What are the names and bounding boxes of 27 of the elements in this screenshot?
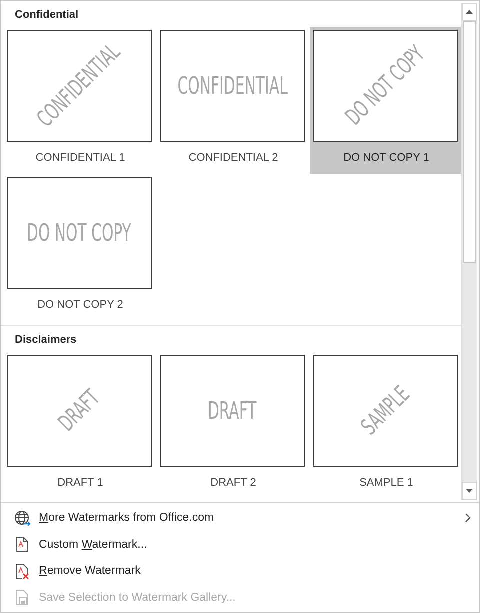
scroll-down-icon[interactable] bbox=[462, 482, 477, 500]
menu-item[interactable]: Remove Watermark bbox=[1, 558, 479, 584]
watermark-text: CONFIDENTIAL bbox=[177, 72, 288, 100]
gallery-item[interactable]: DO NOT COPY DO NOT COPY 2 bbox=[7, 177, 154, 318]
remove-document-icon bbox=[14, 562, 30, 580]
menu-item[interactable]: More Watermarks from Office.com bbox=[1, 505, 479, 532]
gallery-item[interactable]: DRAFT DRAFT 2 bbox=[160, 355, 307, 496]
watermark-text: DO NOT COPY bbox=[27, 219, 132, 247]
item-label: DRAFT 2 bbox=[210, 476, 258, 491]
scroll-up-icon[interactable] bbox=[462, 3, 477, 21]
item-label: CONFIDENTIAL 2 bbox=[188, 151, 280, 166]
watermark-text: DRAFT bbox=[208, 397, 257, 425]
section-header: Disclaimers bbox=[14, 333, 78, 348]
globe-icon bbox=[14, 510, 30, 527]
item-label: DO NOT COPY 1 bbox=[342, 151, 430, 166]
item-label: DO NOT COPY 2 bbox=[36, 298, 124, 313]
item-label: CONFIDENTIAL 1 bbox=[34, 151, 126, 166]
section-header: Confidential bbox=[14, 8, 80, 23]
save-document-icon bbox=[14, 589, 30, 606]
watermark-text: DO NOT COPY bbox=[340, 41, 430, 131]
scrollbar-thumb[interactable] bbox=[463, 21, 476, 263]
item-label: DRAFT 1 bbox=[56, 476, 104, 491]
gallery-item[interactable]: CONFIDENTIAL CONFIDENTIAL 2 bbox=[160, 30, 307, 171]
gallery-item[interactable]: DO NOT COPY DO NOT COPY 1 bbox=[310, 27, 461, 174]
menu-item[interactable]: Custom Watermark... bbox=[1, 532, 479, 558]
item-label: SAMPLE 1 bbox=[358, 476, 414, 491]
document-icon bbox=[14, 536, 30, 554]
